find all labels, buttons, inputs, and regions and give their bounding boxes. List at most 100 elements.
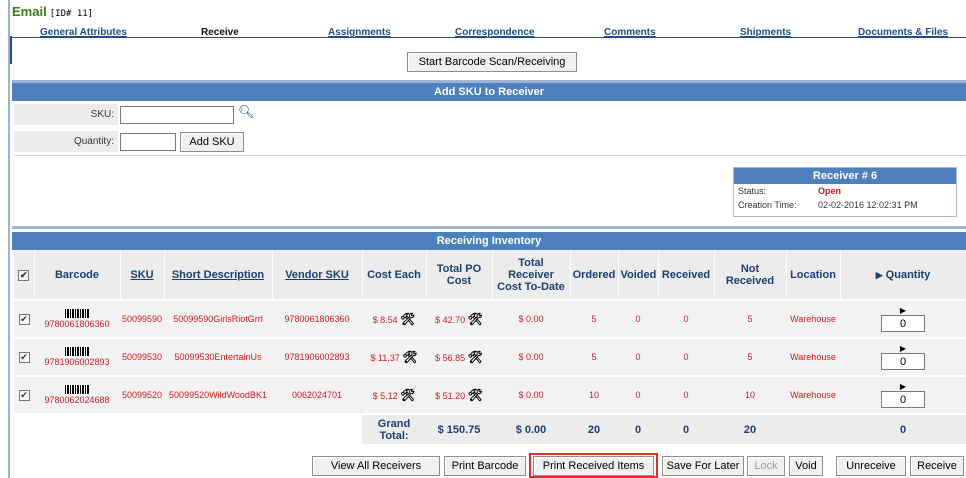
tools-icon[interactable]: 🛠︎ — [468, 350, 483, 364]
col-cost-each: Cost Each — [362, 250, 427, 300]
grand-total-ordered: 20 — [570, 413, 618, 444]
col-short-description[interactable]: Short Description — [164, 250, 273, 300]
quantity-field[interactable] — [881, 391, 925, 408]
quantity-input[interactable] — [120, 133, 176, 151]
not-received-cell: 5 — [714, 337, 786, 376]
tools-icon[interactable]: 🛠︎ — [402, 350, 417, 364]
cost-each-cell: $ 11.37 🛠︎ — [362, 337, 426, 376]
grand-total-label: Grand Total: — [362, 413, 426, 444]
ordered-cell: 5 — [570, 299, 618, 338]
col-quantity[interactable]: ▶ Quantity — [840, 250, 966, 300]
received-cell: 0 — [658, 375, 714, 414]
col-received: Received — [658, 250, 715, 300]
total-recv-cell: $ 0.00 — [492, 375, 570, 414]
tools-icon[interactable]: 🛠︎ — [468, 388, 483, 402]
total-recv-cell: $ 0.00 — [492, 299, 570, 338]
row-checkbox[interactable]: ✔ — [14, 375, 34, 414]
tab-shipments[interactable]: Shipments — [740, 27, 791, 38]
barcode-icon — [65, 309, 89, 318]
tools-icon[interactable]: 🛠︎ — [400, 388, 415, 402]
grand-total-voided: 0 — [618, 413, 658, 444]
cost-each-cell: $ 5.12 🛠︎ — [362, 375, 426, 414]
quantity-field[interactable] — [881, 315, 925, 332]
sku-cell: 50099590 — [120, 299, 164, 338]
tab-bar: General Attributes Receive Assignments C… — [12, 21, 966, 38]
record-id: [ID# 11] — [49, 9, 94, 19]
table-header-row: ✔ Barcode SKU Short Description Vendor S… — [14, 250, 966, 300]
expand-arrow-icon: ▶ — [875, 269, 883, 280]
barcode-cell: 9780062024688 — [34, 375, 120, 414]
highlight-box — [529, 453, 658, 478]
table-row: ✔ 9781906002893 50099530 50099530Enterta… — [14, 337, 966, 376]
print-barcode-button[interactable]: Print Barcode — [444, 456, 526, 476]
add-sku-section-header: Add SKU to Receiver — [12, 83, 966, 101]
add-sku-button[interactable]: Add SKU — [180, 132, 244, 152]
start-barcode-scan-button[interactable]: Start Barcode Scan/Receiving — [407, 52, 577, 72]
sku-input[interactable] — [120, 106, 234, 124]
table-row: ✔ 9780061806360 50099590 50099590GirlsRi… — [14, 299, 966, 338]
magnifier-icon[interactable]: 🔍︎ — [238, 104, 255, 120]
voided-cell: 0 — [618, 375, 658, 414]
description-cell: 50099590GirlsRiotGrrl — [164, 299, 272, 338]
col-ordered: Ordered — [570, 250, 619, 300]
barcode-cell: 9780061806360 — [34, 299, 120, 338]
quantity-field[interactable] — [881, 353, 925, 370]
status-value: Open — [818, 186, 842, 196]
col-vendor-sku[interactable]: Vendor SKU — [272, 250, 363, 300]
quantity-cell: ▶ — [840, 299, 966, 338]
receive-button[interactable]: Receive — [910, 456, 964, 476]
not-received-cell: 10 — [714, 375, 786, 414]
col-sku[interactable]: SKU — [120, 250, 165, 300]
tab-receive[interactable]: Receive — [201, 27, 239, 38]
col-location: Location — [786, 250, 841, 300]
lock-button[interactable]: Lock — [747, 456, 785, 476]
inventory-table: ✔ Barcode SKU Short Description Vendor S… — [14, 250, 966, 444]
void-button[interactable]: Void — [789, 456, 823, 476]
sku-cell: 50099530 — [120, 337, 164, 376]
grand-total-not-received: 20 — [714, 413, 786, 444]
ordered-cell: 10 — [570, 375, 618, 414]
tools-icon[interactable]: 🛠︎ — [400, 312, 415, 326]
col-quantity-label: Quantity — [885, 268, 931, 281]
ordered-cell: 5 — [570, 337, 618, 376]
save-for-later-button[interactable]: Save For Later — [662, 456, 744, 476]
sku-cell: 50099520 — [120, 375, 164, 414]
row-checkbox[interactable]: ✔ — [14, 299, 34, 338]
total-po-cell: $ 51.20 🛠︎ — [426, 375, 492, 414]
unreceive-button[interactable]: Unreceive — [836, 456, 906, 476]
tab-documents-files[interactable]: Documents & Files — [858, 27, 948, 38]
quantity-label: Quantity: — [14, 131, 118, 152]
tab-comments[interactable]: Comments — [604, 27, 656, 38]
description-cell: 50099520WildWoodBK1 — [164, 375, 272, 414]
row-checkbox[interactable]: ✔ — [14, 337, 34, 376]
select-all-checkbox[interactable]: ✔ — [14, 250, 35, 300]
cost-each-cell: $ 8.54 🛠︎ — [362, 299, 426, 338]
table-row: ✔ 9780062024688 50099520 50099520WildWoo… — [14, 375, 966, 414]
grand-total-recv: $ 0.00 — [492, 413, 570, 444]
not-received-cell: 5 — [714, 299, 786, 338]
location-cell: Warehouse — [786, 299, 840, 338]
total-recv-cell: $ 0.00 — [492, 337, 570, 376]
vendor-sku-cell: 0062024701 — [272, 375, 362, 414]
barcode-cell: 9781906002893 — [34, 337, 120, 376]
expand-arrow-icon[interactable]: ▶ — [842, 382, 964, 391]
tools-icon[interactable]: 🛠︎ — [468, 312, 483, 326]
received-cell: 0 — [658, 299, 714, 338]
tab-general-attributes[interactable]: General Attributes — [40, 27, 127, 38]
tab-assignments[interactable]: Assignments — [328, 27, 391, 38]
quantity-cell: ▶ — [840, 375, 966, 414]
barcode-icon — [65, 347, 89, 356]
col-total-po-cost: Total PO Cost — [426, 250, 493, 300]
receiver-info-box: Receiver # 6 Status: Open Creation Time:… — [733, 167, 957, 217]
quantity-cell: ▶ — [840, 337, 966, 376]
total-po-cell: $ 42.70 🛠︎ — [426, 299, 492, 338]
voided-cell: 0 — [618, 337, 658, 376]
expand-arrow-icon[interactable]: ▶ — [842, 344, 964, 353]
expand-arrow-icon[interactable]: ▶ — [842, 306, 964, 315]
view-all-receivers-button[interactable]: View All Receivers — [312, 456, 440, 476]
creation-time-label: Creation Time: — [738, 200, 797, 210]
col-barcode: Barcode — [34, 250, 121, 300]
page-left-rule — [8, 0, 10, 478]
barcode-icon — [65, 385, 89, 394]
tab-correspondence[interactable]: Correspondence — [455, 27, 534, 38]
